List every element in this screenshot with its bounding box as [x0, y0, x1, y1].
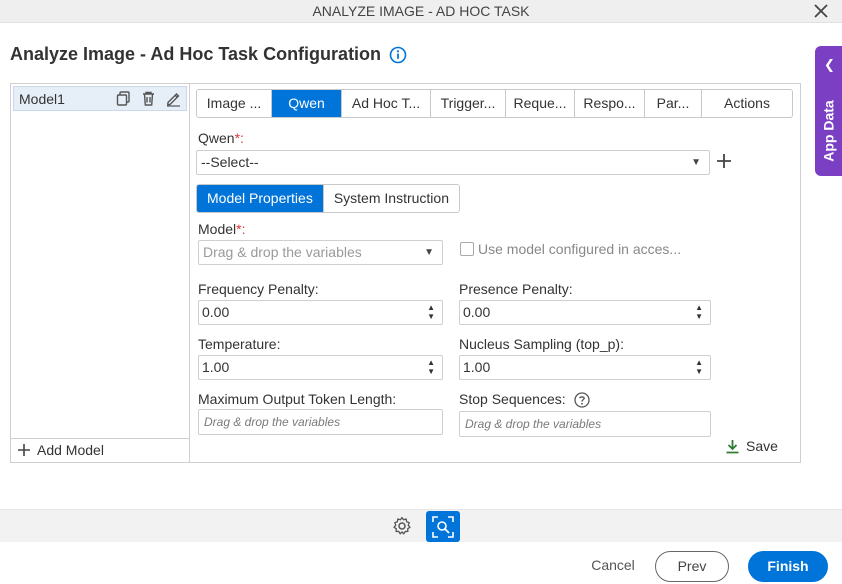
use-model-checkbox-label: Use model configured in acces...: [478, 241, 682, 257]
copy-icon[interactable]: [115, 90, 132, 107]
add-model-label: Add Model: [37, 442, 104, 458]
stop-sequences-label-row: Stop Sequences:: [459, 391, 590, 408]
spinner-icon[interactable]: ▲ ▼: [695, 303, 703, 321]
spinner-icon[interactable]: ▲ ▼: [427, 358, 435, 376]
download-icon: [726, 439, 739, 453]
stop-sequences-label: Stop Sequences:: [459, 391, 566, 407]
max-output-token-input[interactable]: Drag & drop the variables: [198, 409, 443, 435]
stop-sequences-input[interactable]: Drag & drop the variables: [459, 411, 711, 437]
model-config-panel: Image ... Qwen Ad Hoc T... Trigger... Re…: [190, 83, 801, 463]
frequency-penalty-value: 0.00: [202, 304, 230, 320]
gear-icon[interactable]: [392, 516, 412, 536]
max-output-token-placeholder: Drag & drop the variables: [204, 415, 341, 429]
model-label: Model1: [19, 90, 65, 107]
model-label-text: Model: [198, 221, 237, 237]
finish-button[interactable]: Finish: [748, 551, 828, 582]
use-model-checkbox-row: Use model configured in acces...: [460, 241, 681, 257]
dropdown-arrow-icon: ▼: [691, 157, 701, 168]
presence-penalty-value: 0.00: [463, 304, 491, 320]
app-data-panel-toggle[interactable]: ❮ App Data: [815, 46, 842, 176]
tab-qwen[interactable]: Qwen: [272, 90, 342, 117]
required-mark: *:: [234, 130, 244, 146]
tab-request[interactable]: Reque...: [506, 90, 575, 117]
help-icon[interactable]: [573, 392, 590, 408]
spinner-icon[interactable]: ▲ ▼: [695, 358, 703, 376]
prev-button[interactable]: Prev: [655, 551, 729, 582]
add-model-button[interactable]: Add Model: [17, 442, 104, 458]
frequency-penalty-input[interactable]: 0.00 ▲ ▼: [198, 300, 443, 325]
plus-icon: [717, 154, 731, 168]
plus-icon: [18, 444, 30, 456]
nucleus-sampling-input[interactable]: 1.00 ▲ ▼: [459, 355, 711, 380]
save-button[interactable]: Save: [725, 438, 778, 454]
qwen-select-value: --Select--: [201, 154, 259, 170]
window-title: ANALYZE IMAGE - AD HOC TASK: [312, 3, 530, 19]
temperature-input[interactable]: 1.00 ▲ ▼: [198, 355, 443, 380]
max-output-token-label: Maximum Output Token Length:: [198, 391, 397, 407]
config-tabs: Image ... Qwen Ad Hoc T... Trigger... Re…: [196, 89, 793, 118]
stop-sequences-placeholder: Drag & drop the variables: [465, 417, 602, 431]
close-icon[interactable]: [812, 2, 830, 20]
model-field-label: Model*:: [198, 221, 245, 237]
subtab-model-properties[interactable]: Model Properties: [197, 185, 323, 212]
temperature-value: 1.00: [202, 359, 230, 375]
save-label: Save: [746, 438, 778, 454]
page-title: Analyze Image - Ad Hoc Task Configuratio…: [10, 44, 382, 64]
tab-actions[interactable]: Actions: [702, 90, 792, 117]
model-select[interactable]: Drag & drop the variables ▼: [198, 240, 443, 265]
qwen-label-text: Qwen: [198, 130, 235, 146]
edit-icon[interactable]: [165, 90, 182, 107]
nucleus-sampling-label: Nucleus Sampling (top_p):: [459, 336, 624, 352]
add-qwen-button[interactable]: [716, 152, 732, 172]
required-mark: *:: [236, 221, 246, 237]
image-analysis-button[interactable]: [426, 511, 460, 542]
subtab-system-instruction[interactable]: System Instruction: [322, 185, 459, 212]
chevron-left-icon: ❮: [824, 57, 835, 72]
tab-ad-hoc-task[interactable]: Ad Hoc T...: [342, 90, 431, 117]
temperature-label: Temperature:: [198, 336, 281, 352]
bottom-toolbar: [0, 509, 842, 542]
qwen-field-label: Qwen*:: [198, 130, 244, 146]
frequency-penalty-label: Frequency Penalty:: [198, 281, 319, 297]
tab-response[interactable]: Respo...: [575, 90, 645, 117]
info-icon[interactable]: [389, 46, 407, 64]
page-title-row: Analyze Image - Ad Hoc Task Configuratio…: [10, 44, 407, 65]
nucleus-sampling-value: 1.00: [463, 359, 491, 375]
app-data-label: App Data: [820, 100, 837, 162]
cancel-button[interactable]: Cancel: [580, 551, 646, 582]
divider: [11, 438, 189, 439]
dropdown-arrow-icon: ▼: [424, 247, 434, 258]
tab-image[interactable]: Image ...: [197, 90, 272, 117]
qwen-select[interactable]: --Select-- ▼: [196, 150, 710, 175]
model-subtabs: Model Properties System Instruction: [196, 184, 460, 213]
delete-icon[interactable]: [140, 90, 157, 107]
presence-penalty-label: Presence Penalty:: [459, 281, 573, 297]
model-list-item[interactable]: Model1: [13, 86, 187, 111]
model-select-placeholder: Drag & drop the variables: [203, 244, 362, 260]
use-model-checkbox[interactable]: [460, 242, 474, 256]
window-title-bar: ANALYZE IMAGE - AD HOC TASK: [0, 0, 842, 23]
presence-penalty-input[interactable]: 0.00 ▲ ▼: [459, 300, 711, 325]
spinner-icon[interactable]: ▲ ▼: [427, 303, 435, 321]
tab-trigger[interactable]: Trigger...: [431, 90, 506, 117]
model-list-panel: Model1 Add Model: [10, 83, 190, 463]
tab-parameters[interactable]: Par...: [645, 90, 702, 117]
image-search-icon: [432, 516, 454, 538]
